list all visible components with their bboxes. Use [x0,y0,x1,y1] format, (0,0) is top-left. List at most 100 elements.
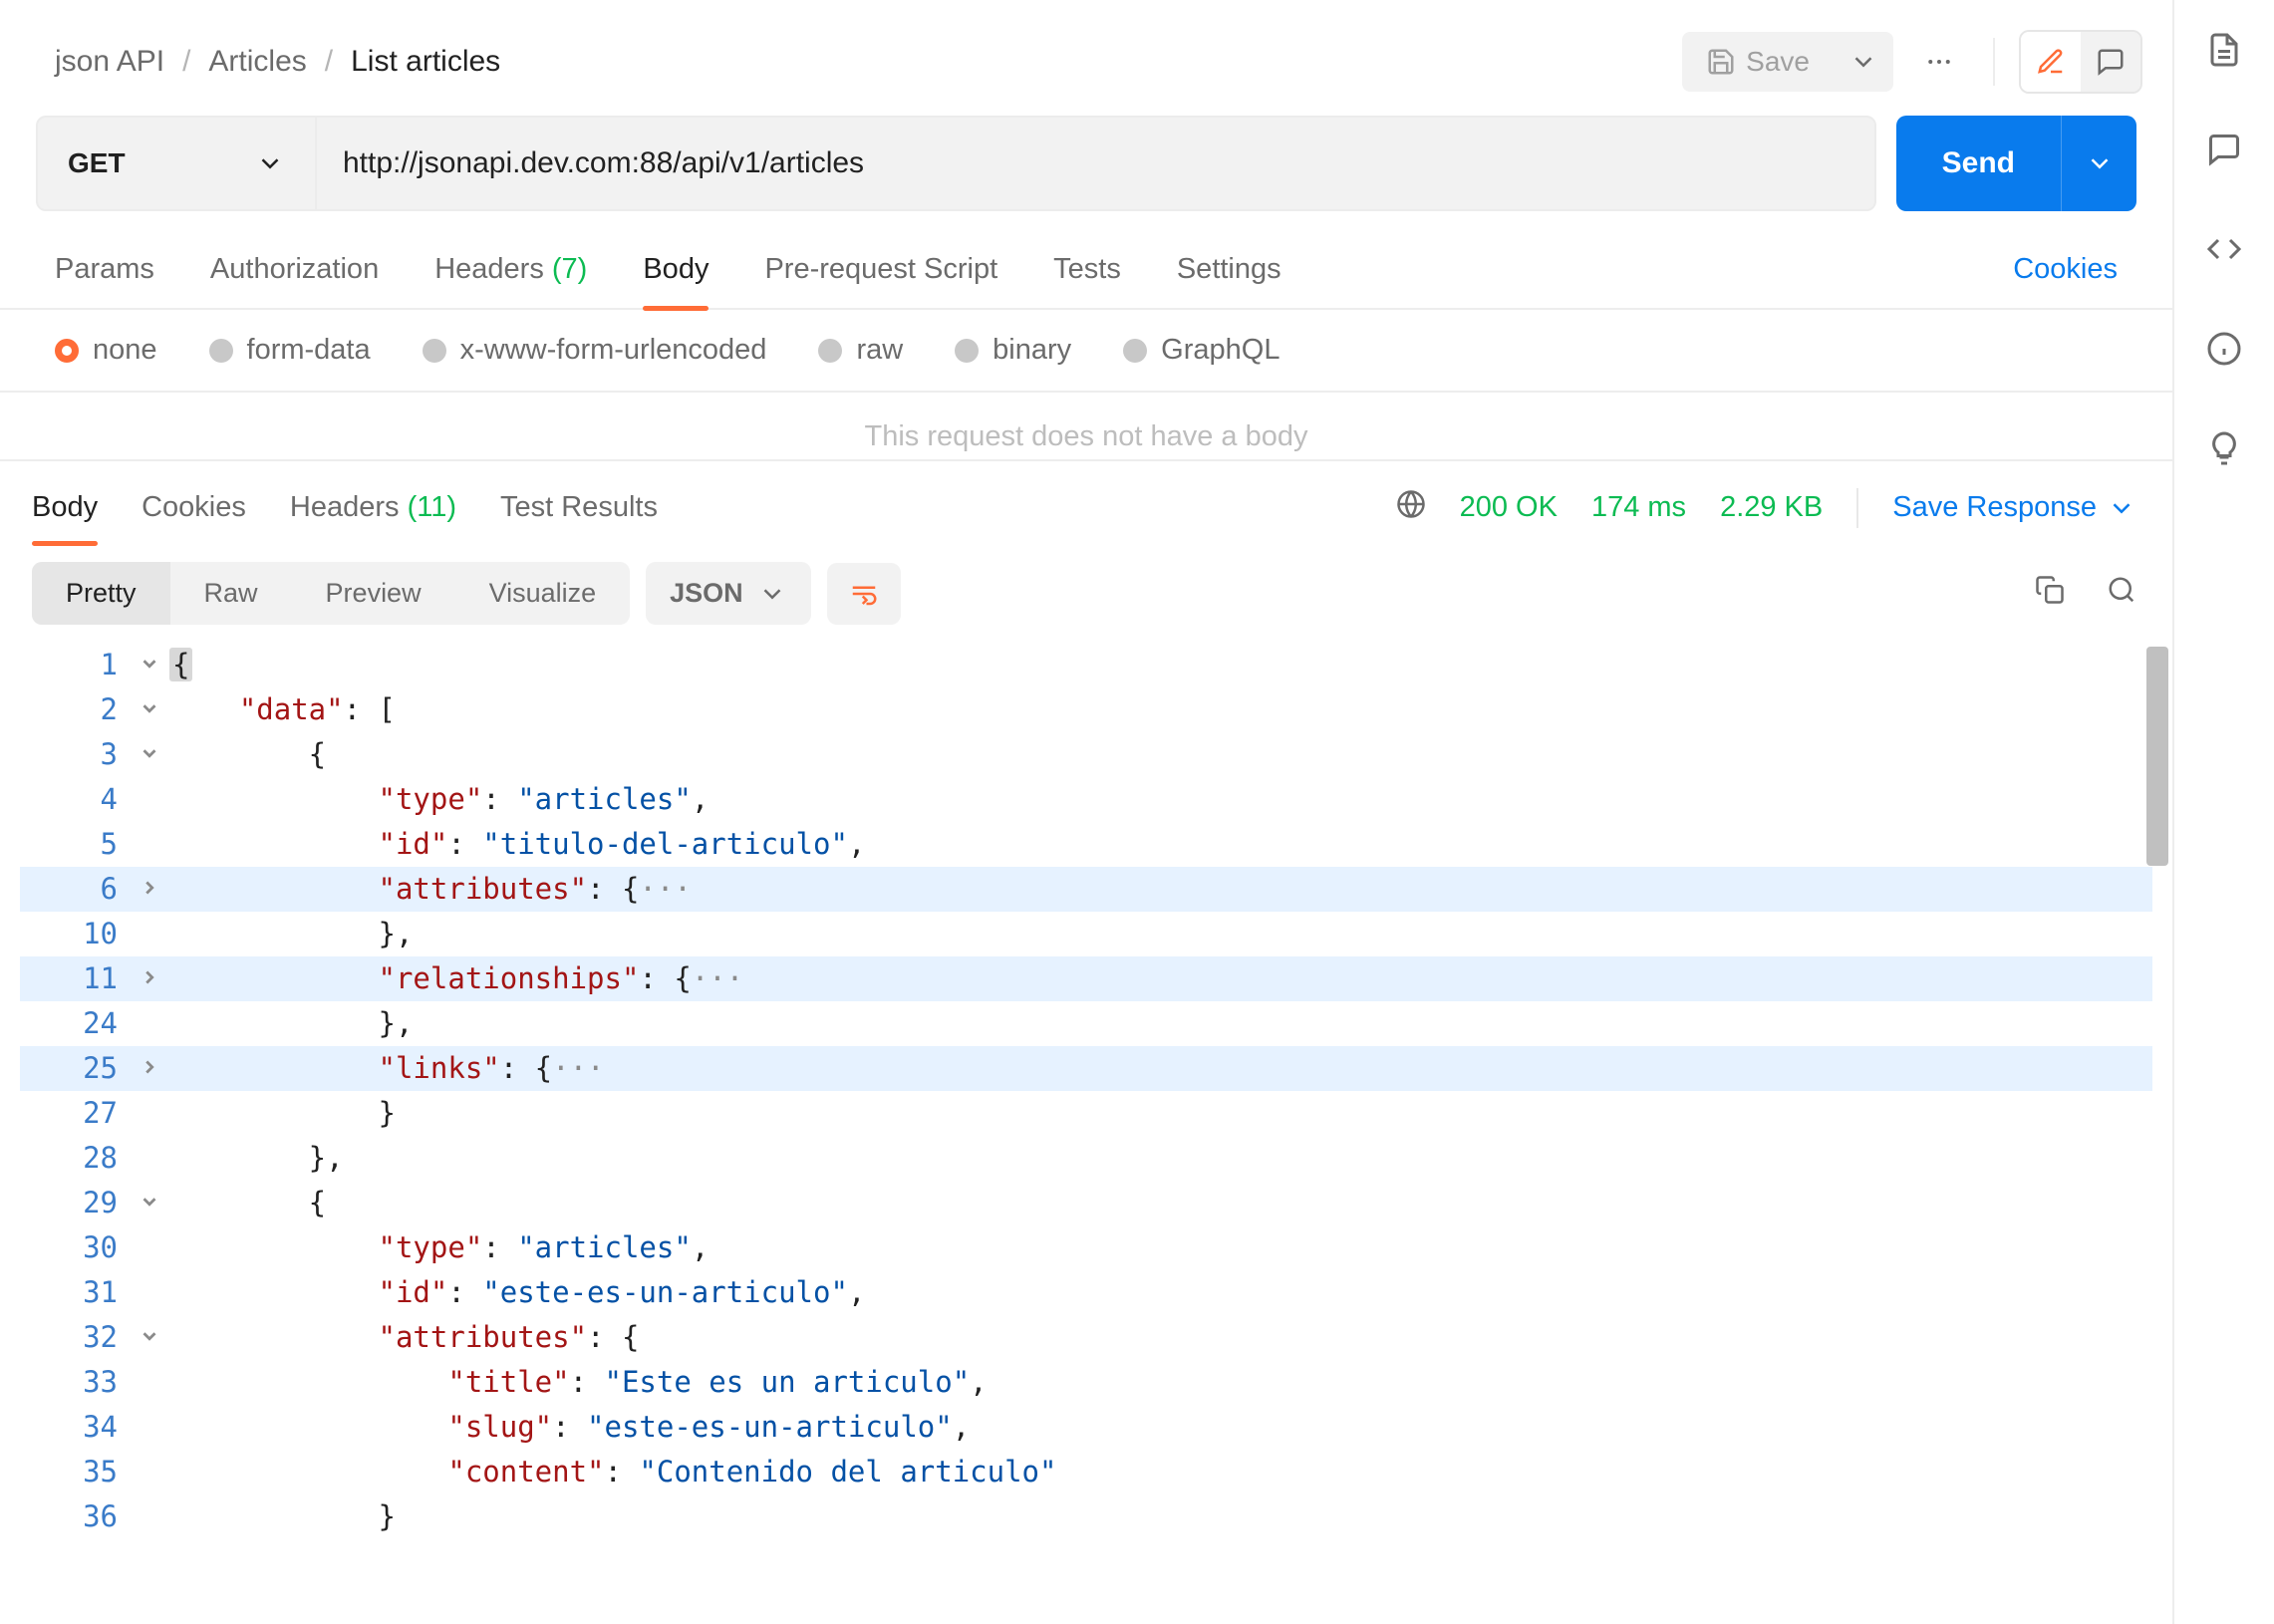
documentation-icon[interactable] [2204,30,2244,70]
tab-authorization[interactable]: Authorization [210,237,379,308]
fold-toggle[interactable] [130,1315,169,1360]
breadcrumb-folder[interactable]: Articles [208,45,306,79]
bulb-icon[interactable] [2204,428,2244,468]
bodytype-binary[interactable]: binary [955,334,1071,367]
code-line[interactable]: 35 "content": "Contenido del articulo" [20,1450,2152,1494]
code-line[interactable]: 30 "type": "articles", [20,1225,2152,1270]
save-options-button[interactable] [1834,32,1893,92]
code-line[interactable]: 4 "type": "articles", [20,777,2152,822]
bodytype-urlencoded[interactable]: x-www-form-urlencoded [423,334,767,367]
tab-settings[interactable]: Settings [1177,237,1281,308]
code-line[interactable]: 1{ [20,643,2152,687]
code-line[interactable]: 25 "links": {··· [20,1046,2152,1091]
view-preview[interactable]: Preview [292,562,455,625]
search-button[interactable] [2107,575,2136,612]
tab-prerequest[interactable]: Pre-request Script [764,237,997,308]
code-content: "links": {··· [169,1046,605,1091]
search-icon [2107,575,2136,605]
send-button[interactable]: Send [1896,116,2136,211]
code-content: "relationships": {··· [169,956,743,1001]
line-number: 2 [20,687,130,732]
fold-toggle[interactable] [130,1046,169,1091]
code-line[interactable]: 3 { [20,732,2152,777]
method-select[interactable]: GET [38,118,317,209]
save-response-button[interactable]: Save Response [1892,491,2136,524]
network-icon[interactable] [1396,489,1426,527]
scrollbar-thumb[interactable] [2146,647,2168,866]
code-content: "content": "Contenido del articulo" [169,1450,1056,1494]
url-input[interactable] [317,146,1874,180]
resp-tab-headers[interactable]: Headers (11) [290,481,456,534]
bodytype-none[interactable]: none [55,334,157,367]
code-content: "id": "este-es-un-articulo", [169,1270,865,1315]
resp-tab-body[interactable]: Body [32,481,98,534]
dots-icon [1924,47,1954,77]
response-body-code[interactable]: 1{2 "data": [3 {4 "type": "articles",5 "… [20,643,2152,1539]
fold-toggle[interactable] [130,867,169,912]
tab-headers-count: (7) [552,253,587,285]
save-button[interactable]: Save [1682,32,1834,92]
comment-button[interactable] [2081,32,2140,92]
code-line[interactable]: 31 "id": "este-es-un-articulo", [20,1270,2152,1315]
code-line[interactable]: 6 "attributes": {··· [20,867,2152,912]
code-content: } [169,1091,396,1136]
line-number: 31 [20,1270,130,1315]
copy-button[interactable] [2035,575,2065,612]
status-code: 200 OK [1460,491,1558,524]
resp-tab-cookies[interactable]: Cookies [142,481,246,534]
more-options-button[interactable] [1909,32,1969,92]
code-line[interactable]: 34 "slug": "este-es-un-articulo", [20,1405,2152,1450]
fold-toggle[interactable] [130,687,169,732]
code-content: "id": "titulo-del-articulo", [169,822,865,867]
tab-body[interactable]: Body [643,237,709,308]
code-line[interactable]: 32 "attributes": { [20,1315,2152,1360]
bodytype-formdata[interactable]: form-data [209,334,371,367]
line-number: 5 [20,822,130,867]
format-select[interactable]: JSON [646,562,811,625]
view-pretty[interactable]: Pretty [32,562,170,625]
tab-params[interactable]: Params [55,237,154,308]
info-icon[interactable] [2204,329,2244,369]
code-line[interactable]: 2 "data": [ [20,687,2152,732]
view-visualize[interactable]: Visualize [455,562,631,625]
comments-icon[interactable] [2204,130,2244,169]
line-wrap-button[interactable] [827,563,901,625]
code-line[interactable]: 33 "title": "Este es un articulo", [20,1360,2152,1405]
cookies-link[interactable]: Cookies [2013,237,2118,308]
breadcrumb-root[interactable]: json API [55,45,164,79]
bodytype-raw[interactable]: raw [818,334,903,367]
fold-toggle[interactable] [130,1181,169,1225]
code-line[interactable]: 10 }, [20,912,2152,956]
response-time: 174 ms [1591,491,1686,524]
fold-toggle[interactable] [130,643,169,687]
edit-button[interactable] [2021,32,2081,92]
line-number: 1 [20,643,130,687]
fold-toggle[interactable] [130,956,169,1001]
radio-dot [955,339,979,363]
code-line[interactable]: 27 } [20,1091,2152,1136]
bodytype-graphql[interactable]: GraphQL [1123,334,1279,367]
radio-dot [209,339,233,363]
method-label: GET [68,147,126,179]
radio-dot [818,339,842,363]
chevron-down-icon [255,148,285,178]
resp-tab-testresults[interactable]: Test Results [500,481,658,534]
line-number: 35 [20,1450,130,1494]
chevron-down-icon [2107,493,2136,523]
tab-headers[interactable]: Headers (7) [434,237,587,308]
code-line[interactable]: 11 "relationships": {··· [20,956,2152,1001]
code-line[interactable]: 24 }, [20,1001,2152,1046]
response-size: 2.29 KB [1720,491,1823,524]
code-line[interactable]: 5 "id": "titulo-del-articulo", [20,822,2152,867]
code-line[interactable]: 29 { [20,1181,2152,1225]
save-response-label: Save Response [1892,491,2097,524]
divider [1993,38,1995,86]
view-raw[interactable]: Raw [170,562,292,625]
fold-toggle[interactable] [130,732,169,777]
code-icon[interactable] [2204,229,2244,269]
code-line[interactable]: 28 }, [20,1136,2152,1181]
line-number: 4 [20,777,130,822]
send-options[interactable] [2061,116,2136,211]
code-line[interactable]: 36 } [20,1494,2152,1539]
tab-tests[interactable]: Tests [1053,237,1121,308]
